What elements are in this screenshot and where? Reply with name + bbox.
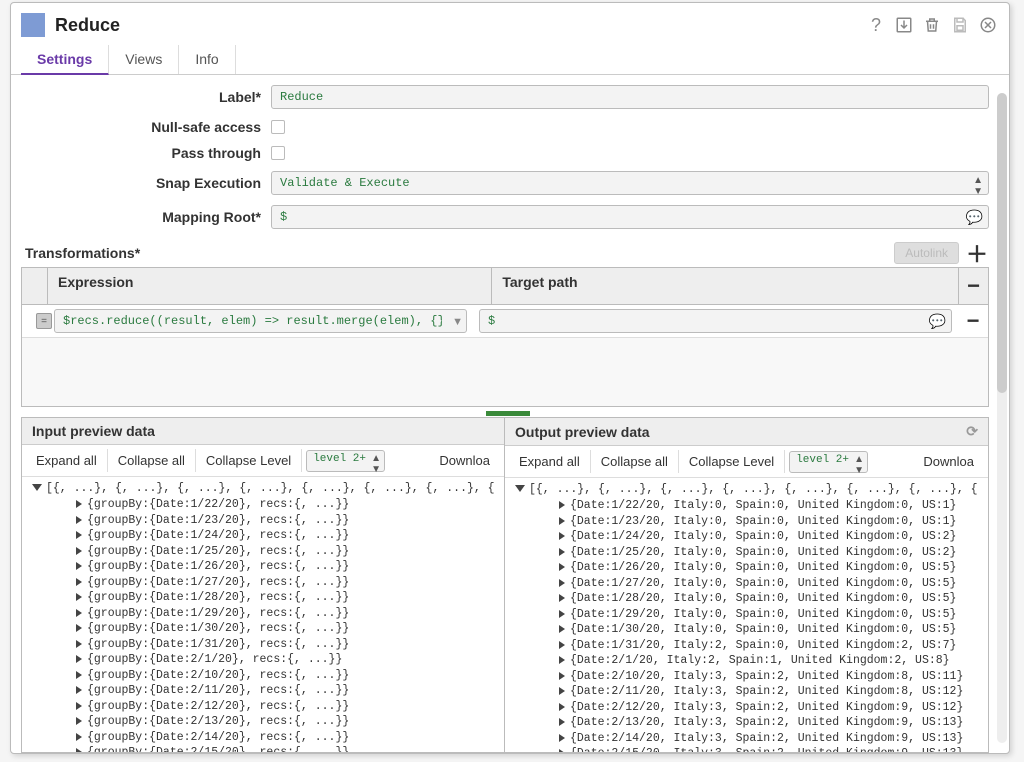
tree-node[interactable]: {Date:1/29/20, Italy:0, Spain:0, United … [511, 607, 982, 623]
label-title: Label* [21, 89, 271, 105]
tree-node[interactable]: {groupBy:{Date:2/15/20}, recs:{, ...}} [28, 745, 498, 752]
col-expression: Expression [48, 268, 492, 304]
input-preview-pane: Input preview data Expand all Collapse a… [22, 418, 505, 752]
close-icon[interactable] [977, 14, 999, 36]
refresh-icon[interactable]: ⟳ [966, 423, 978, 440]
snapexec-label: Snap Execution [21, 175, 271, 191]
snap-type-icon [21, 13, 45, 37]
collapse-level-label: Collapse Level [679, 450, 785, 473]
tree-node[interactable]: {groupBy:{Date:1/28/20}, recs:{, ...}} [28, 590, 498, 606]
tree-node[interactable]: {groupBy:{Date:2/13/20}, recs:{, ...}} [28, 714, 498, 730]
collapse-level-select[interactable]: level 2+ [306, 450, 385, 472]
tree-node[interactable]: {Date:1/31/20, Italy:2, Spain:0, United … [511, 638, 982, 654]
download-button[interactable]: Downloa [913, 450, 984, 473]
col-target: Target path [492, 268, 958, 304]
snap-dialog: Reduce ? Settings Views Info Label* [10, 2, 1010, 754]
tree-node[interactable]: {groupBy:{Date:2/14/20}, recs:{, ...}} [28, 730, 498, 746]
passthrough-label: Pass through [21, 145, 271, 161]
output-preview-title: Output preview data ⟳ [505, 418, 988, 446]
tree-node[interactable]: {groupBy:{Date:1/29/20}, recs:{, ...}} [28, 606, 498, 622]
tree-node[interactable]: {Date:2/13/20, Italy:3, Spain:2, United … [511, 715, 982, 731]
tree-node[interactable]: {Date:1/25/20, Italy:0, Spain:0, United … [511, 545, 982, 561]
expand-all-button[interactable]: Expand all [509, 450, 591, 473]
tree-node[interactable]: {Date:1/30/20, Italy:0, Spain:0, United … [511, 622, 982, 638]
tree-node[interactable]: {groupBy:{Date:1/26/20}, recs:{, ...}} [28, 559, 498, 575]
tree-node[interactable]: {groupBy:{Date:2/12/20}, recs:{, ...}} [28, 699, 498, 715]
remove-row-button[interactable]: − [964, 309, 982, 333]
collapse-all-button[interactable]: Collapse all [108, 449, 196, 472]
tree-node[interactable]: {groupBy:{Date:1/24/20}, recs:{, ...}} [28, 528, 498, 544]
tab-bar: Settings Views Info [11, 45, 1009, 75]
tree-node[interactable]: {Date:2/15/20, Italy:3, Spain:2, United … [511, 746, 982, 752]
add-row-button[interactable]: ＋ [965, 241, 989, 265]
tree-node[interactable]: {groupBy:{Date:2/11/20}, recs:{, ...}} [28, 683, 498, 699]
tab-settings[interactable]: Settings [21, 45, 109, 75]
output-tree[interactable]: [{, ...}, {, ...}, {, ...}, {, ...}, {, … [505, 478, 988, 752]
dialog-title: Reduce [55, 15, 865, 36]
transformations-table: Expression Target path − = ▼ 💬 − [21, 267, 989, 407]
tab-info[interactable]: Info [179, 45, 235, 74]
passthrough-checkbox[interactable] [271, 146, 285, 160]
suggest-icon[interactable]: 💬 [929, 313, 946, 330]
tree-node[interactable]: {groupBy:{Date:2/10/20}, recs:{, ...}} [28, 668, 498, 684]
collapse-level-select[interactable]: level 2+ [789, 451, 868, 473]
expand-all-button[interactable]: Expand all [26, 449, 108, 472]
tree-node[interactable]: {groupBy:{Date:1/22/20}, recs:{, ...}} [28, 497, 498, 513]
targetpath-input[interactable] [479, 309, 952, 333]
collapse-level-label: Collapse Level [196, 449, 302, 472]
export-icon[interactable] [893, 14, 915, 36]
tree-node[interactable]: {groupBy:{Date:1/31/20}, recs:{, ...}} [28, 637, 498, 653]
tree-node[interactable]: {groupBy:{Date:1/23/20}, recs:{, ...}} [28, 513, 498, 529]
trash-icon[interactable] [921, 14, 943, 36]
output-preview-pane: Output preview data ⟳ Expand all Collaps… [505, 418, 988, 752]
tree-node[interactable]: {groupBy:{Date:1/30/20}, recs:{, ...}} [28, 621, 498, 637]
tree-node[interactable]: {Date:2/11/20, Italy:3, Spain:2, United … [511, 684, 982, 700]
tree-node[interactable]: {Date:1/26/20, Italy:0, Spain:0, United … [511, 560, 982, 576]
settings-content: Label* Null-safe access Pass through Sna… [11, 75, 1009, 753]
nullsafe-label: Null-safe access [21, 119, 271, 135]
autolink-button[interactable]: Autolink [894, 242, 959, 264]
suggest-icon[interactable]: 💬 [966, 209, 983, 226]
label-input[interactable] [271, 85, 989, 109]
vertical-scrollbar[interactable] [997, 93, 1007, 743]
tab-views[interactable]: Views [109, 45, 179, 74]
tree-node[interactable]: {groupBy:{Date:2/1/20}, recs:{, ...}} [28, 652, 498, 668]
pane-resize-handle[interactable] [21, 411, 989, 417]
tree-node[interactable]: {Date:2/14/20, Italy:3, Spain:2, United … [511, 731, 982, 747]
dialog-header: Reduce ? [11, 3, 1009, 41]
header-actions: ? [865, 14, 999, 36]
maproot-input[interactable] [271, 205, 989, 229]
input-preview-title: Input preview data [22, 418, 504, 445]
tree-node[interactable]: {Date:1/23/20, Italy:0, Spain:0, United … [511, 514, 982, 530]
transformations-title: Transformations* [21, 239, 144, 267]
nullsafe-checkbox[interactable] [271, 120, 285, 134]
maproot-label: Mapping Root* [21, 209, 271, 225]
snapexec-select[interactable]: Validate & Execute [271, 171, 989, 195]
tree-node[interactable]: {groupBy:{Date:1/27/20}, recs:{, ...}} [28, 575, 498, 591]
download-button[interactable]: Downloa [429, 449, 500, 472]
tree-node[interactable]: {groupBy:{Date:1/25/20}, recs:{, ...}} [28, 544, 498, 560]
save-icon[interactable] [949, 14, 971, 36]
input-tree[interactable]: [{, ...}, {, ...}, {, ...}, {, ...}, {, … [22, 477, 504, 752]
tree-node[interactable]: {Date:2/10/20, Italy:3, Spain:2, United … [511, 669, 982, 685]
tree-node[interactable]: {Date:1/22/20, Italy:0, Spain:0, United … [511, 498, 982, 514]
remove-header-button[interactable]: − [967, 274, 980, 298]
expression-input[interactable] [54, 309, 467, 333]
tree-node[interactable]: {Date:1/24/20, Italy:0, Spain:0, United … [511, 529, 982, 545]
tree-node[interactable]: {Date:1/28/20, Italy:0, Spain:0, United … [511, 591, 982, 607]
collapse-all-button[interactable]: Collapse all [591, 450, 679, 473]
help-icon[interactable]: ? [865, 14, 887, 36]
table-row: = ▼ 💬 − [22, 305, 988, 338]
tree-node[interactable]: {Date:2/1/20, Italy:2, Spain:1, United K… [511, 653, 982, 669]
tree-node[interactable]: {Date:2/12/20, Italy:3, Spain:2, United … [511, 700, 982, 716]
tree-node[interactable]: {Date:1/27/20, Italy:0, Spain:0, United … [511, 576, 982, 592]
